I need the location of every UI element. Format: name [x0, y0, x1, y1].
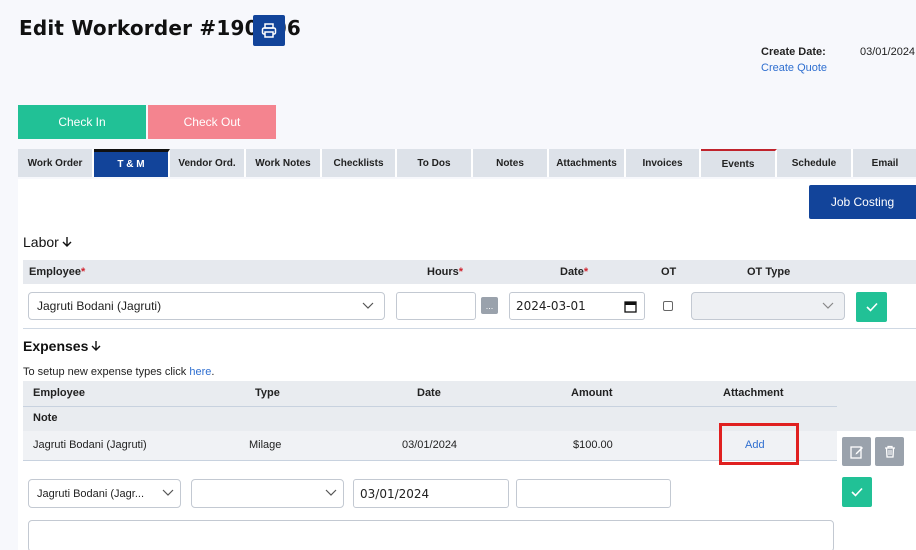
- expense-setup-note: To setup new expense types click here.: [23, 366, 214, 378]
- exp-col-attachment: Attachment: [723, 387, 784, 399]
- exp-col-note: Note: [33, 412, 58, 424]
- tab-t-and-m[interactable]: T & M: [94, 149, 170, 177]
- expense-employee-value: Jagruti Bodani (Jagr...: [37, 487, 145, 500]
- exp-col-type: Type: [255, 387, 280, 399]
- labor-col-date-label: Date: [560, 266, 584, 278]
- arrow-down-icon: [62, 237, 72, 247]
- labor-employee-select[interactable]: Jagruti Bodani (Jagruti): [28, 292, 385, 320]
- create-date-label: Create Date:: [761, 46, 826, 58]
- edit-icon: [849, 445, 863, 459]
- expense-setup-text: To setup new expense types click: [23, 366, 187, 378]
- arrow-down-icon: [91, 341, 101, 351]
- calendar-icon[interactable]: [624, 300, 637, 313]
- tab-bar: Work Order T & M Vendor Ord. Work Notes …: [18, 149, 916, 177]
- expense-amount-input[interactable]: [516, 479, 671, 508]
- hours-calculator-button[interactable]: ...: [481, 297, 498, 314]
- edit-expense-button[interactable]: [842, 437, 871, 466]
- tab-work-notes[interactable]: Work Notes: [246, 149, 322, 177]
- expense-employee-select[interactable]: Jagruti Bodani (Jagr...: [28, 479, 181, 508]
- create-date-value: 03/01/2024: [860, 46, 916, 58]
- job-costing-button[interactable]: Job Costing: [809, 185, 916, 219]
- expense-note-textarea[interactable]: [28, 520, 834, 550]
- chevron-down-icon: [362, 302, 374, 309]
- labor-col-employee: Employee*: [29, 266, 85, 278]
- labor-col-ot-type: OT Type: [747, 266, 791, 278]
- tab-email[interactable]: Email: [853, 149, 916, 177]
- exp-col-date: Date: [417, 387, 441, 399]
- labor-heading: Labor: [23, 234, 73, 250]
- highlight-box: [719, 423, 799, 465]
- exp-row-type: Milage: [249, 439, 282, 451]
- exp-row-date: 03/01/2024: [402, 439, 458, 451]
- tab-work-order[interactable]: Work Order: [18, 149, 94, 177]
- expense-type-select[interactable]: [191, 479, 344, 508]
- expenses-heading-text: Expenses: [23, 338, 89, 354]
- expenses-heading: Expenses: [23, 338, 102, 354]
- labor-col-date: Date*: [560, 266, 588, 278]
- labor-employee-value: Jagruti Bodani (Jagruti): [37, 299, 162, 313]
- chevron-down-icon: [162, 489, 174, 496]
- labor-hours-input[interactable]: [396, 292, 476, 320]
- check-icon: [851, 487, 863, 497]
- labor-col-hours-label: Hours: [427, 266, 459, 278]
- labor-col-employee-label: Employee: [29, 266, 81, 278]
- exp-row-employee: Jagruti Bodani (Jagruti): [33, 439, 147, 451]
- tab-attachments[interactable]: Attachments: [549, 149, 626, 177]
- chevron-down-icon: [822, 302, 834, 309]
- expense-setup-suffix: .: [211, 366, 215, 378]
- ot-type-select[interactable]: [691, 292, 845, 320]
- save-expense-button[interactable]: [842, 477, 872, 507]
- check-in-button[interactable]: Check In: [18, 105, 146, 139]
- labor-entry-row: Jagruti Bodani (Jagruti) ... 2024-03-01: [23, 285, 916, 329]
- exp-col-amount: Amount: [571, 387, 613, 399]
- labor-date-value: 2024-03-01: [516, 299, 586, 313]
- trash-icon: [884, 445, 895, 458]
- tab-schedule[interactable]: Schedule: [777, 149, 853, 177]
- tab-invoices[interactable]: Invoices: [626, 149, 701, 177]
- ot-checkbox[interactable]: [663, 301, 673, 311]
- save-labor-button[interactable]: [856, 292, 887, 322]
- required-mark: *: [80, 266, 86, 278]
- printer-icon: [261, 23, 277, 38]
- required-mark: *: [458, 266, 464, 278]
- tab-events[interactable]: Events: [701, 149, 777, 177]
- tab-checklists[interactable]: Checklists: [322, 149, 397, 177]
- check-out-button[interactable]: Check Out: [148, 105, 276, 139]
- required-mark: *: [583, 266, 589, 278]
- labor-col-hours: Hours*: [427, 266, 463, 278]
- exp-col-employee: Employee: [33, 387, 85, 399]
- create-quote-link[interactable]: Create Quote: [761, 62, 827, 74]
- exp-row-amount: $100.00: [573, 439, 613, 451]
- tab-to-dos[interactable]: To Dos: [397, 149, 473, 177]
- table-row: Jagruti Bodani (Jagruti) Milage 03/01/20…: [23, 431, 837, 461]
- delete-expense-button[interactable]: [875, 437, 904, 466]
- expense-setup-link[interactable]: here: [189, 366, 211, 378]
- tab-vendor-orders[interactable]: Vendor Ord.: [170, 149, 246, 177]
- tab-notes[interactable]: Notes: [473, 149, 549, 177]
- labor-heading-text: Labor: [23, 234, 59, 250]
- header-divider: [23, 406, 837, 407]
- expense-date-input[interactable]: 03/01/2024: [353, 479, 509, 508]
- labor-date-input[interactable]: 2024-03-01: [509, 292, 645, 320]
- chevron-down-icon: [325, 489, 337, 496]
- check-icon: [865, 302, 878, 312]
- labor-col-ot: OT: [661, 266, 677, 278]
- print-button[interactable]: [253, 15, 285, 46]
- labor-table-header: Employee* Hours* Date* OT OT Type: [23, 260, 916, 284]
